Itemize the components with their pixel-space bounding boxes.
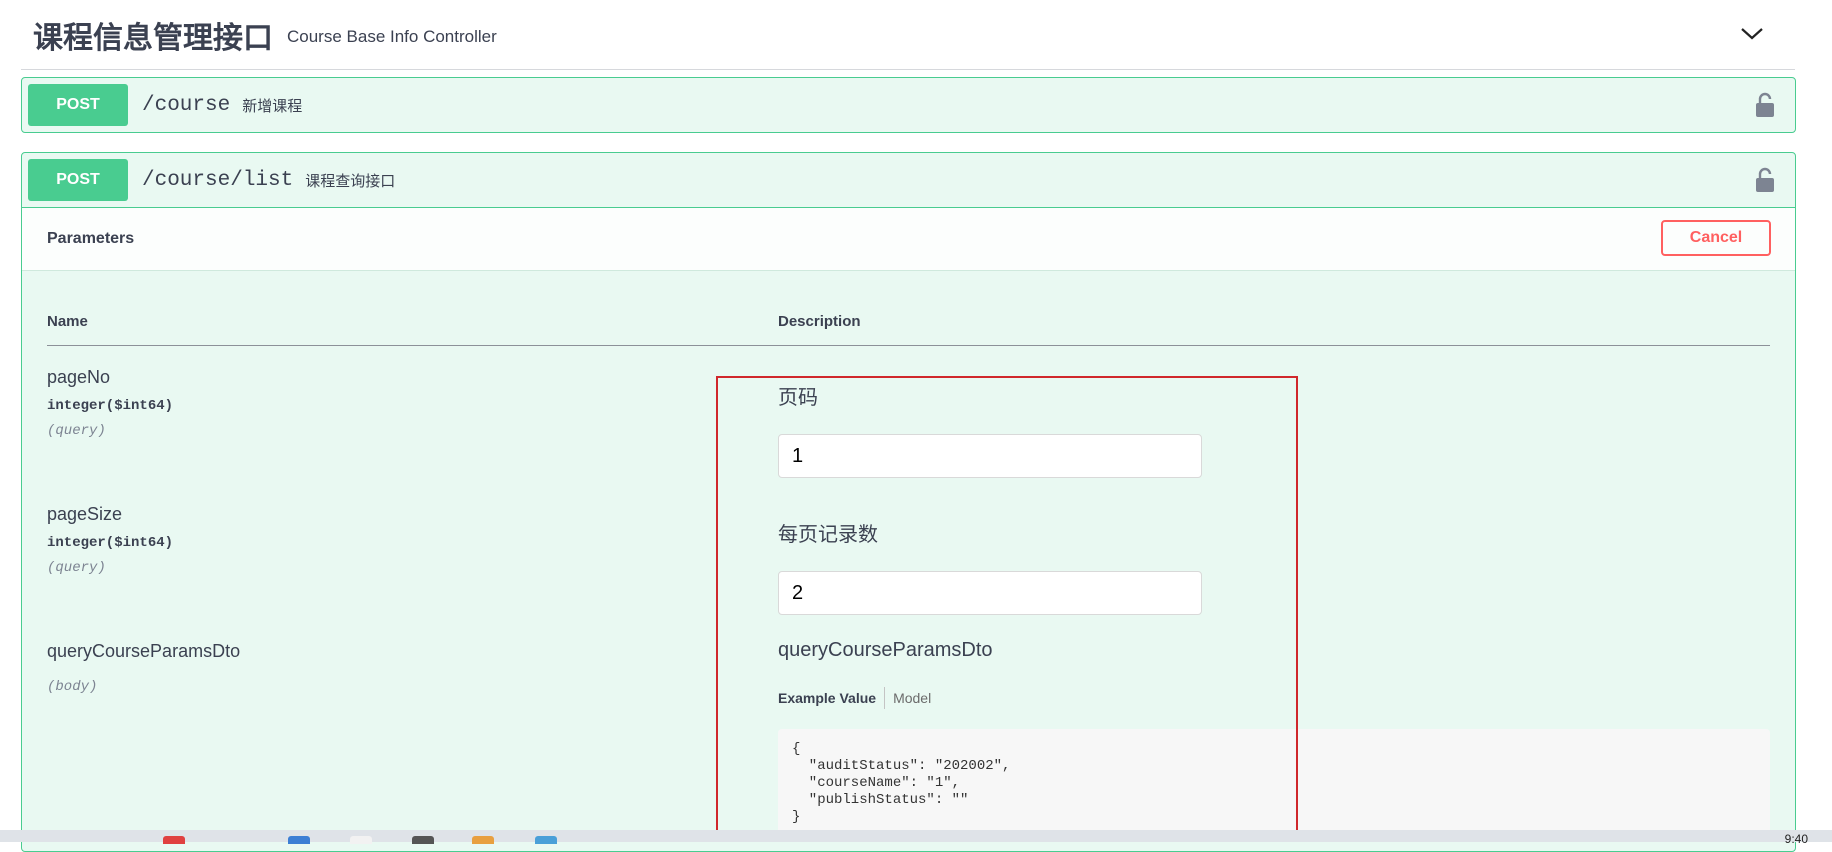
opblock-summary[interactable]: POST /course/list 课程查询接口	[22, 153, 1795, 207]
operation-path: /course/list	[142, 168, 294, 192]
param-location: (body)	[47, 679, 98, 695]
method-badge: POST	[28, 159, 128, 201]
app-icon[interactable]	[472, 836, 494, 844]
opblock-summary[interactable]: POST /course 新增课程	[22, 78, 1795, 132]
header-divider	[47, 345, 1770, 346]
tag-description: Course Base Info Controller	[287, 26, 497, 46]
operation-summary: 课程查询接口	[305, 172, 396, 190]
tag-name: 课程信息管理接口	[33, 21, 273, 55]
method-badge: POST	[28, 84, 128, 126]
app-icon[interactable]	[350, 836, 372, 844]
param-name: pageSize	[47, 504, 123, 524]
app-icon[interactable]	[412, 836, 434, 844]
param-name: queryCourseParamsDto	[47, 641, 241, 661]
operation-summary: 新增课程	[242, 97, 303, 115]
parameters-title: Parameters	[47, 230, 135, 247]
lock-icon[interactable]	[1755, 92, 1775, 118]
taskbar	[0, 830, 1832, 842]
tag-header[interactable]: 课程信息管理接口 Course Base Info Controller	[21, 0, 1795, 70]
parameters-section-header: Parameters Cancel	[22, 207, 1795, 271]
clock: 9:40	[1784, 832, 1808, 846]
name-column-header: Name	[47, 313, 88, 330]
param-name: pageNo	[47, 367, 111, 387]
app-icon[interactable]	[535, 836, 557, 844]
cancel-button[interactable]: Cancel	[1661, 220, 1771, 256]
lock-icon[interactable]	[1755, 167, 1775, 193]
param-location: (query)	[47, 423, 106, 439]
highlight-annotation	[716, 376, 1298, 842]
chevron-down-icon[interactable]	[1739, 22, 1765, 44]
param-type: integer($int64)	[47, 398, 174, 414]
description-column-header: Description	[778, 313, 861, 330]
browser-icon[interactable]	[163, 836, 185, 844]
param-type: integer($int64)	[47, 535, 174, 551]
operation-path: /course	[142, 93, 231, 117]
opblock-post-course: POST /course 新增课程	[21, 77, 1796, 133]
param-location: (query)	[47, 560, 106, 576]
app-icon[interactable]	[288, 836, 310, 844]
